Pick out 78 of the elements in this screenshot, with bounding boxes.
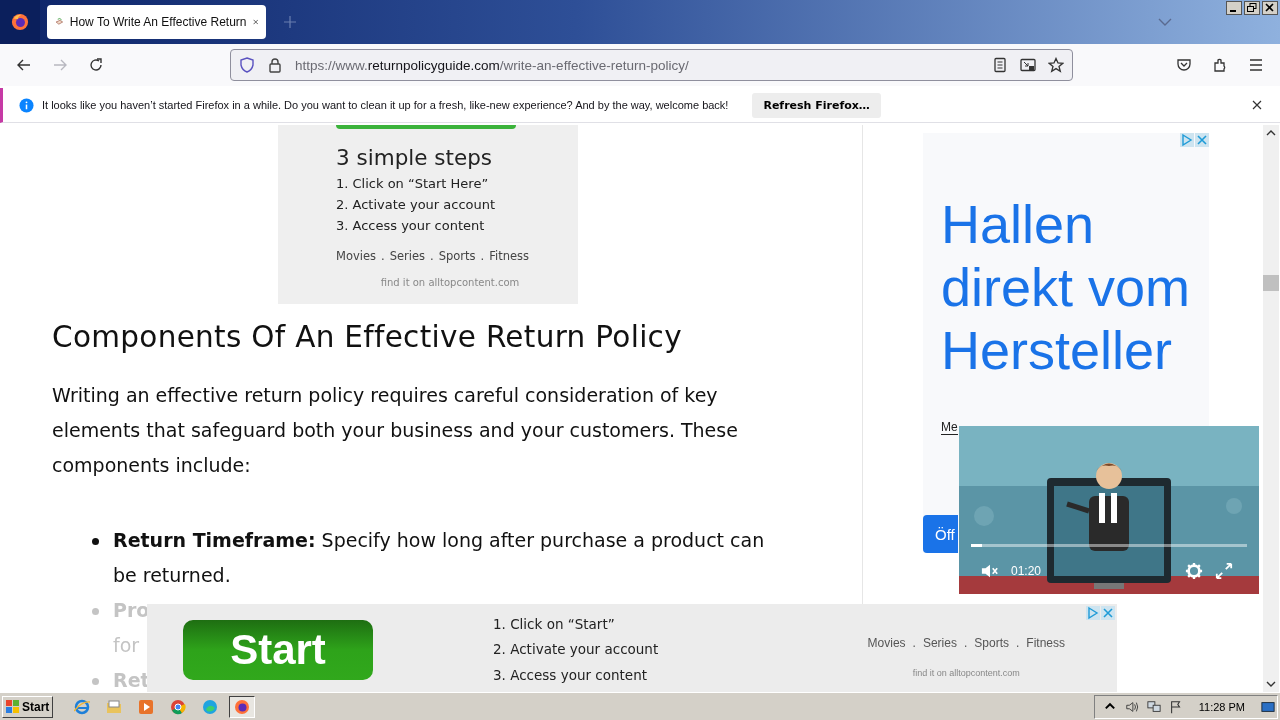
pause-icon[interactable] — [1098, 493, 1118, 523]
speaker-icon[interactable] — [1124, 699, 1139, 714]
notification-message: It looks like you haven’t started Firefox in a while. Do you want to clean it up for a fresh, like-new experience? And by the way, welcome back! — [42, 99, 729, 111]
reader-view-icon[interactable] — [992, 57, 1008, 73]
list-item-text: Pro — [113, 598, 150, 623]
globe-icon — [74, 698, 91, 715]
ad-category: . — [480, 249, 485, 263]
video-time: 01:20 — [1011, 564, 1042, 578]
chrome-icon — [170, 698, 187, 715]
scroll-down-icon[interactable] — [1266, 681, 1276, 687]
restore-icon[interactable] — [1244, 1, 1260, 15]
show-desktop-icon[interactable] — [1261, 699, 1275, 714]
shield-icon[interactable] — [239, 57, 255, 73]
menu-icon[interactable] — [1248, 57, 1264, 73]
video-progress-bar[interactable] — [971, 544, 1247, 547]
article-heading: Components Of An Effective Return Policy — [52, 320, 683, 354]
folder-icon — [106, 698, 123, 715]
ad-heading: 3 simple steps — [336, 145, 493, 170]
address-bar[interactable]: https://www.returnpolicyguide.com/write-an-effective-return-policy/ — [230, 49, 1073, 81]
ad-category: Fitness — [1026, 636, 1065, 650]
ad-footer: find it on alltopcontent.com — [278, 277, 578, 288]
browser-tab[interactable]: How To Write An Effective Return — [47, 5, 266, 39]
reload-icon[interactable] — [88, 57, 104, 73]
clock[interactable]: 11:28 PM — [1198, 700, 1245, 713]
close-icon[interactable] — [1252, 100, 1262, 110]
ad-category: Sports — [974, 636, 1009, 650]
refresh-firefox-button[interactable]: Refresh Firefox… — [752, 92, 881, 118]
minimize-icon[interactable] — [1226, 1, 1242, 15]
lock-icon[interactable] — [267, 57, 283, 73]
list-item-text: Return Timeframe: Specify how long after purchase a product can be returned. — [113, 528, 766, 588]
scroll-up-icon[interactable] — [1266, 130, 1276, 136]
ad-headline: Hallen direkt vom Hersteller — [941, 193, 1192, 382]
close-icon[interactable] — [1262, 1, 1278, 15]
ad-category: . — [963, 636, 968, 650]
edge-icon — [202, 698, 219, 715]
ad-step: 1. Click on “Start” — [493, 611, 659, 638]
flag-icon[interactable] — [1168, 699, 1183, 714]
list-item-text: Ret — [113, 668, 150, 692]
ad-step: 3. Access your content — [493, 662, 659, 689]
ad-category: . — [430, 249, 434, 263]
mute-icon[interactable] — [981, 562, 999, 580]
scrollbar-thumb[interactable] — [1263, 275, 1279, 291]
ad-open-button[interactable]: Öff — [923, 515, 958, 553]
start-button[interactable]: Start — [2, 695, 54, 718]
ad-category: Movies — [336, 249, 377, 263]
picture-in-picture-icon[interactable] — [1020, 57, 1036, 73]
ad-step: 1. Click on “Start Here” — [336, 176, 489, 191]
windows-logo-icon — [6, 699, 20, 714]
media-player-icon — [138, 698, 155, 715]
ad-category: . — [1015, 636, 1020, 650]
back-icon[interactable] — [16, 57, 32, 73]
fullscreen-icon[interactable] — [1215, 562, 1233, 580]
firefox-icon — [234, 698, 251, 715]
network-icon[interactable] — [1146, 699, 1161, 714]
gear-icon[interactable] — [1185, 562, 1203, 580]
ad-step: 2. Activate your account — [493, 637, 659, 663]
article-paragraph: Writing an effective return policy requires careful consideration of key elements that safeguard both your business and your customers. These components include: — [52, 383, 739, 478]
ad-category: Series — [922, 636, 957, 650]
ad-step: 3. Access your content — [336, 218, 485, 233]
star-icon[interactable] — [1048, 57, 1064, 73]
ad-link[interactable]: Me — [941, 420, 958, 435]
ad-step: 2. Activate your account — [336, 197, 496, 212]
taskbar-app[interactable] — [229, 695, 256, 718]
puzzle-icon[interactable] — [1212, 57, 1228, 73]
info-icon — [19, 97, 34, 113]
firefox-logo-icon[interactable] — [11, 13, 29, 31]
ad-category: . — [912, 636, 916, 650]
ad-footer: find it on alltopcontent.com — [912, 668, 1020, 678]
ad-banner[interactable]: 3 simple steps 1. Click on “Start Here” 2. Activate your account 3. Access your content Movies . Series . Sports . Fitness find it on alltopcontent.com — [278, 125, 578, 304]
ad-category: . — [381, 249, 385, 263]
ad-category: Fitness — [489, 249, 530, 263]
ad-category: Sports — [438, 249, 476, 263]
list-item-text: for — [113, 633, 140, 658]
pocket-icon[interactable] — [1176, 57, 1192, 73]
ad-category: Movies — [867, 636, 906, 650]
url-text: https://www.returnpolicyguide.com/write-an-effective-return-policy/ — [295, 57, 689, 73]
tab-title: How To Write An Effective Return — [69, 15, 247, 29]
ad-category: Series — [389, 249, 426, 263]
